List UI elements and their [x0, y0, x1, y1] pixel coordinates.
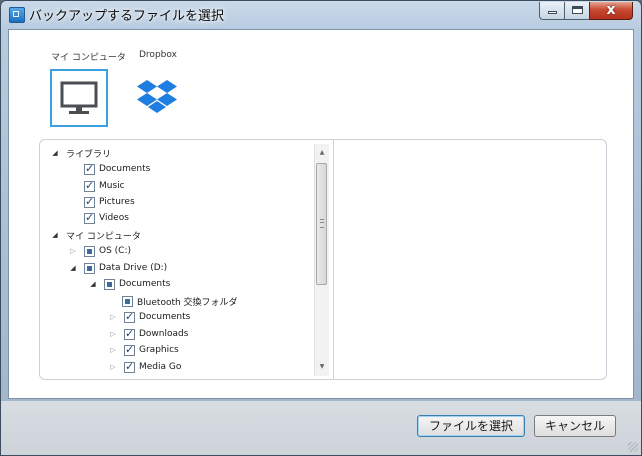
checkbox[interactable]: [124, 327, 135, 340]
monitor-icon: [60, 81, 98, 114]
tree-item-my-computer[interactable]: ◢ マイ コンピュータ: [50, 227, 141, 243]
expand-arrow-icon[interactable]: ◢: [88, 279, 98, 289]
app-icon: [9, 7, 25, 23]
tree-item-os-c[interactable]: ▷ OS (C:): [68, 243, 131, 259]
tree-item-videos[interactable]: Videos: [84, 210, 129, 226]
tree-item-music[interactable]: Music: [84, 178, 125, 194]
tree-item-label: OS (C:): [99, 246, 131, 256]
tree-item-media-go[interactable]: ▷ Media Go: [108, 359, 181, 375]
tree-item-d-documents[interactable]: ◢ Documents: [88, 276, 170, 292]
tree-item-documents[interactable]: Documents: [84, 161, 150, 177]
tree-item-label: ライブラリ: [66, 149, 112, 160]
checkbox[interactable]: [124, 310, 135, 323]
checkbox[interactable]: [84, 262, 95, 274]
collapsed-arrow-icon[interactable]: ▷: [108, 362, 118, 372]
expand-arrow-icon[interactable]: ◢: [50, 230, 60, 240]
tree-item-label: Media Go: [139, 362, 182, 372]
source-label-dropbox: Dropbox: [139, 50, 177, 60]
scroll-up-arrow-icon[interactable]: ▲: [315, 146, 329, 160]
tree-item-label: Graphics: [139, 345, 179, 355]
collapsed-arrow-icon[interactable]: ▷: [108, 329, 118, 339]
title-bar[interactable]: バックアップするファイルを選択 x: [1, 1, 641, 29]
collapsed-arrow-icon[interactable]: ▷: [108, 312, 118, 322]
tree-item-label: Pictures: [99, 197, 135, 207]
scrollbar-thumb[interactable]: [316, 163, 327, 285]
checkbox[interactable]: [84, 195, 95, 208]
tree-scrollbar[interactable]: ▲ ▼: [314, 144, 329, 376]
checkbox[interactable]: [84, 211, 95, 224]
maximize-button[interactable]: [564, 2, 590, 20]
checkbox[interactable]: [104, 278, 115, 290]
tree-item-label: Data Drive (D:): [99, 263, 168, 273]
tree-item-label: Documents: [99, 164, 151, 174]
source-label-my-computer: マイ コンピュータ: [51, 53, 126, 63]
checkbox[interactable]: [84, 245, 95, 257]
tree-item-data-drive-d[interactable]: ◢ Data Drive (D:): [68, 260, 167, 276]
tree-item-libraries[interactable]: ◢ ライブラリ: [50, 145, 111, 161]
file-selection-panel: ◢ ライブラリ Documents Music Pictures V: [39, 139, 607, 380]
tree-item-graphics[interactable]: ▷ Graphics: [108, 342, 179, 358]
window-title: バックアップするファイルを選択: [29, 9, 225, 24]
checkbox[interactable]: [124, 360, 135, 373]
checkbox[interactable]: [124, 343, 135, 356]
expand-arrow-icon[interactable]: ◢: [68, 263, 78, 273]
grip-icon: [320, 219, 324, 228]
dropbox-icon: [137, 80, 177, 113]
tree-item-label: マイ コンピュータ: [66, 231, 141, 242]
close-icon: x: [606, 2, 616, 18]
tree-item-label: Documents: [119, 279, 171, 289]
collapsed-arrow-icon[interactable]: ▷: [108, 345, 118, 355]
panel-divider: [333, 140, 334, 379]
checkbox[interactable]: [84, 179, 95, 192]
source-dropbox[interactable]: [130, 69, 188, 127]
tree-item-label: Downloads: [139, 329, 189, 339]
tree-item-label: Music: [99, 181, 125, 191]
expand-arrow-icon[interactable]: ◢: [50, 148, 60, 158]
resize-grip-icon[interactable]: [628, 442, 638, 452]
tree-item-pictures[interactable]: Pictures: [84, 194, 135, 210]
tree-item-label: Bluetooth 交換フォルダ: [137, 297, 238, 308]
tree-item-label: Documents: [139, 312, 191, 322]
select-files-button[interactable]: ファイルを選択: [417, 415, 525, 437]
cancel-button[interactable]: キャンセル: [534, 415, 616, 437]
tree-item-label: Videos: [99, 213, 129, 223]
folder-tree[interactable]: ◢ ライブラリ Documents Music Pictures V: [40, 140, 314, 379]
tree-item-bluetooth-folder[interactable]: Bluetooth 交換フォルダ: [122, 293, 238, 309]
checkbox[interactable]: [84, 162, 95, 175]
checkbox[interactable]: [122, 295, 133, 307]
close-button[interactable]: x: [589, 2, 633, 20]
tree-item-downloads[interactable]: ▷ Downloads: [108, 326, 188, 342]
minimize-button[interactable]: [539, 2, 565, 20]
scroll-down-arrow-icon[interactable]: ▼: [315, 360, 329, 374]
dialog-window: バックアップするファイルを選択 x マイ コンピュータ Dropbox ◢ ライ…: [0, 0, 642, 456]
dialog-footer: ファイルを選択 キャンセル: [1, 401, 641, 455]
collapsed-arrow-icon[interactable]: ▷: [68, 246, 78, 256]
dialog-content: マイ コンピュータ Dropbox ◢ ライブラリ ✓ Documents ✓ …: [8, 29, 634, 399]
source-my-computer[interactable]: [50, 69, 108, 127]
tree-item-sub-documents[interactable]: ▷ Documents: [108, 309, 190, 325]
